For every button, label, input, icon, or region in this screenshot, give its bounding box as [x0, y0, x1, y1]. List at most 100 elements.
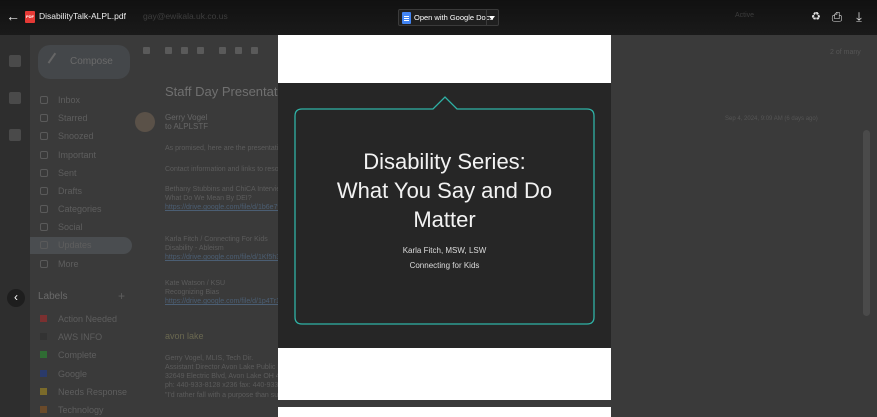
slide-title-line: What You Say and Do: [336, 178, 553, 203]
signature-line: Gerry Vogel, MLIS, Tech Dir.: [165, 355, 254, 362]
folder-more: More: [30, 256, 132, 273]
recipient-line: to ALPLSTF: [165, 122, 209, 131]
email-date: Sep 4, 2024, 9:09 AM (6 days ago): [725, 116, 818, 122]
pdf-page-blank: [278, 348, 611, 400]
pdf-badge-text: PDF: [26, 14, 34, 19]
label-swatch: [40, 406, 47, 413]
folder-label: Social: [58, 222, 83, 232]
label-icon: [40, 205, 48, 213]
folder-label: Drafts: [58, 186, 83, 196]
people-icon: [40, 223, 48, 231]
avatar: [135, 112, 155, 132]
folder-label: Important: [58, 150, 97, 160]
signature-line: 32649 Electric Blvd, Avon Lake OH 44012: [165, 373, 296, 380]
label-item: AWS INFO: [30, 329, 132, 346]
inbox-icon: [40, 96, 48, 104]
back-arrow-icon[interactable]: ←: [6, 9, 20, 23]
label-item: Needs Response: [30, 384, 132, 401]
pdf-page-slide: Disability Series: What You Say and Do M…: [278, 83, 611, 348]
label-swatch: [40, 315, 47, 322]
slide-author: Karla Fitch, MSW, LSW: [402, 246, 487, 255]
chevron-left-icon[interactable]: ‹: [7, 289, 25, 307]
pdf-page-next: [278, 407, 611, 417]
clock-icon: [40, 132, 48, 140]
scrollbar-thumb[interactable]: [863, 130, 870, 316]
add-shortcut-icon[interactable]: ♻: [808, 9, 824, 25]
folder-label: Snoozed: [58, 131, 94, 141]
sender-name: Gerry Vogel: [165, 113, 208, 122]
label-item: Action Needed: [30, 311, 132, 328]
label-name: AWS INFO: [58, 332, 103, 342]
folder-snoozed: Snoozed: [30, 128, 132, 145]
back-icon: [143, 47, 150, 54]
email-body-line: What Do We Mean By DEI?: [165, 195, 252, 202]
open-with-google-docs-button[interactable]: Open with Google Docs: [398, 9, 499, 26]
folder-label: Updates: [58, 240, 92, 250]
send-icon: [40, 169, 48, 177]
delete-icon: [197, 47, 204, 54]
slide-title-line: Matter: [413, 207, 476, 232]
search-input-behind: gay@ewikala.uk.co.us: [143, 11, 228, 21]
slide-organization: Connecting for Kids: [409, 261, 480, 270]
label-name: Google: [58, 369, 88, 379]
label-name: Technology: [58, 405, 104, 415]
button-divider: [486, 10, 487, 25]
gmail-app-rail: [0, 0, 30, 417]
slide-title-line: Disability Series:: [363, 149, 526, 174]
chevron-down-icon[interactable]: [489, 16, 495, 20]
label-item: Google: [30, 366, 132, 383]
label-swatch: [40, 370, 47, 377]
folder-categories: Categories: [30, 201, 132, 218]
chat-icon: [9, 92, 21, 104]
folder-sent: Sent: [30, 165, 132, 182]
email-sender: Gerry Vogel to ALPLSTF: [165, 113, 208, 131]
mark-unread-icon: [219, 47, 226, 54]
pdf-file-icon: PDF: [25, 11, 35, 23]
folder-inbox: Inbox: [30, 92, 132, 109]
pdf-page-top: [278, 35, 611, 83]
folder-label: Categories: [58, 204, 102, 214]
folder-updates: Updates: [30, 237, 132, 254]
folder-drafts: Drafts: [30, 183, 132, 200]
archive-icon: [165, 47, 172, 54]
label-item: Technology: [30, 402, 132, 417]
add-task-icon: [251, 47, 258, 54]
folder-important: Important: [30, 147, 132, 164]
folder-label: Starred: [58, 113, 88, 123]
email-body-line: Kate Watson / KSU: [165, 280, 226, 287]
labels-heading: Labels: [38, 291, 68, 302]
folder-social: Social: [30, 219, 132, 236]
gmail-sidebar: Compose Inbox Starred Snoozed Important …: [30, 0, 135, 417]
email-body-line: Disability - Ableism: [165, 245, 224, 252]
meet-icon: [9, 129, 21, 141]
chevron-down-icon: [40, 260, 48, 268]
label-name: Needs Response: [58, 387, 128, 397]
label-name: Complete: [58, 350, 97, 360]
folder-label: More: [58, 259, 79, 269]
folder-starred: Starred: [30, 110, 132, 127]
add-label-icon: +: [118, 289, 126, 303]
pencil-icon: [47, 52, 65, 70]
report-icon: [181, 47, 188, 54]
compose-label: Compose: [70, 56, 113, 67]
label-item: Complete: [30, 347, 132, 364]
label-name: Action Needed: [58, 314, 118, 324]
email-body-line: Recognizing Bias: [165, 289, 220, 296]
star-icon: [40, 114, 48, 122]
important-icon: [40, 151, 48, 159]
draft-icon: [40, 187, 48, 195]
label-swatch: [40, 388, 47, 395]
message-pager: 2 of many: [830, 49, 861, 56]
viewer-toolbar: ← PDF DisabilityTalk-ALPL.pdf gay@ewikal…: [0, 0, 877, 35]
download-icon[interactable]: ⤓: [851, 9, 867, 25]
signature-line: ph: 440-933-8128 x236 fax: 440-933-5659: [165, 382, 297, 389]
file-name: DisabilityTalk-ALPL.pdf: [39, 11, 126, 21]
label-swatch: [40, 351, 47, 358]
info-icon: [40, 241, 48, 249]
google-docs-icon: [402, 12, 411, 24]
active-status-behind: Active: [735, 12, 755, 19]
print-icon[interactable]: ⎙: [829, 9, 845, 25]
compose-button: Compose: [38, 45, 130, 79]
mail-icon: [9, 55, 21, 67]
library-logo: avon lake: [165, 331, 204, 341]
